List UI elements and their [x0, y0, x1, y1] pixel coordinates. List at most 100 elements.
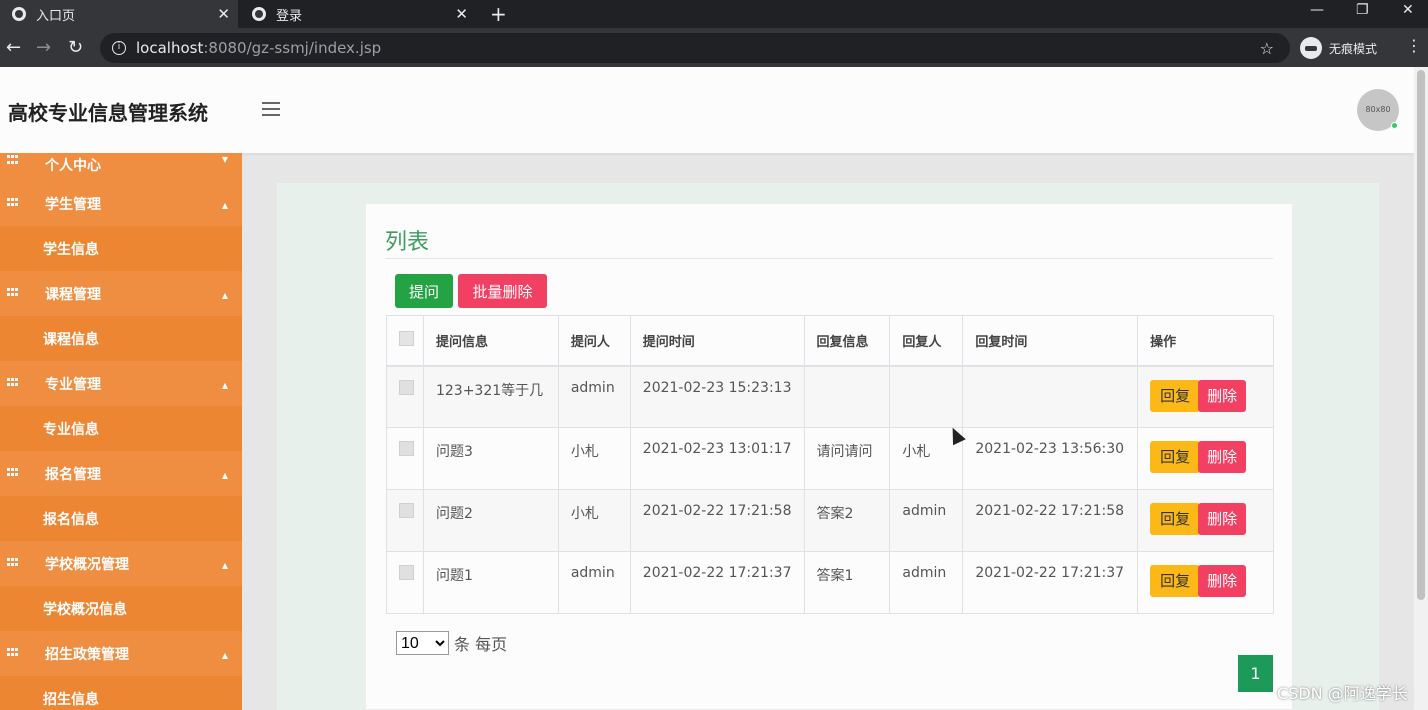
- sidebar-subitem-admission-info[interactable]: 招生信息: [0, 676, 242, 710]
- sidebar-item-school-overview-mgmt[interactable]: 学校概况管理 ▲: [0, 541, 242, 586]
- caret-up-icon: ▲: [221, 290, 228, 300]
- sidebar-item-label: 专业管理: [45, 376, 101, 393]
- window-close-icon[interactable]: ✕: [1402, 2, 1414, 18]
- forward-icon[interactable]: →: [36, 37, 51, 58]
- reply-button[interactable]: 回复: [1150, 441, 1201, 473]
- caret-down-icon: ▼: [221, 155, 228, 164]
- url-host: localhost: [136, 39, 204, 57]
- batch-delete-button[interactable]: 批量删除: [458, 274, 547, 308]
- sidebar-item-enroll-mgmt[interactable]: 报名管理 ▲: [0, 451, 242, 496]
- sidebar-item-label: 学校概况管理: [45, 556, 129, 573]
- ask-time-cell: 2021-02-22 17:21:37: [629, 551, 805, 614]
- reply-cell: 答案1: [803, 551, 891, 614]
- sidebar-subitem-course-info[interactable]: 课程信息: [0, 316, 242, 361]
- reply-button[interactable]: 回复: [1150, 503, 1201, 535]
- sidebar-item-label: 学生管理: [45, 196, 101, 213]
- column-header[interactable]: 回复人: [889, 315, 964, 367]
- sidebar-subitem-student-info[interactable]: 学生信息: [0, 226, 242, 271]
- row-checkbox[interactable]: [399, 503, 414, 518]
- sidebar-item-major-mgmt[interactable]: 专业管理 ▲: [0, 361, 242, 406]
- online-status-dot: [1391, 122, 1398, 129]
- grid-icon: [7, 197, 19, 208]
- info-icon[interactable]: i: [112, 41, 126, 55]
- question-cell: 123+321等于几: [422, 365, 559, 428]
- sidebar-subitem-school-overview-info[interactable]: 学校概况信息: [0, 586, 242, 631]
- asker-cell: admin: [557, 365, 631, 428]
- question-cell: 问题3: [422, 427, 559, 490]
- sidebar-item-student-mgmt[interactable]: 学生管理 ▲: [0, 181, 242, 226]
- app-header: 高校专业信息管理系统 80x80: [0, 67, 1414, 153]
- replier-cell: admin: [889, 489, 964, 552]
- url-path: :8080/gz-ssmj/index.jsp: [203, 39, 382, 57]
- page-size-select[interactable]: 10: [396, 631, 449, 655]
- column-header[interactable]: 提问信息: [422, 315, 559, 367]
- sidebar: 个人中心 ▼ 学生管理 ▲ 学生信息 课程管理 ▲ 课程信息 专业管理 ▲ 专业…: [0, 153, 242, 710]
- column-header[interactable]: 提问时间: [629, 315, 805, 367]
- question-cell: 问题1: [422, 551, 559, 614]
- scrollbar-thumb[interactable]: [1417, 70, 1425, 600]
- caret-up-icon: ▲: [221, 200, 228, 210]
- pagination-page-button[interactable]: 1: [1238, 655, 1273, 692]
- bookmark-star-icon[interactable]: ☆: [1260, 39, 1274, 58]
- menu-kebab-icon[interactable]: ⋮: [1406, 36, 1422, 55]
- grid-icon: [7, 647, 19, 658]
- hamburger-menu-icon[interactable]: [262, 102, 280, 116]
- delete-button[interactable]: 删除: [1198, 379, 1247, 412]
- reply-time-cell: [962, 365, 1139, 428]
- grid-icon: [7, 155, 19, 165]
- reply-time-cell: 2021-02-22 17:21:58: [962, 489, 1139, 552]
- delete-button[interactable]: 删除: [1198, 441, 1247, 473]
- sidebar-item-personal-center[interactable]: 个人中心 ▼: [0, 153, 242, 181]
- sidebar-item-admission-policy-mgmt[interactable]: 招生政策管理 ▲: [0, 631, 242, 676]
- back-icon[interactable]: ←: [6, 37, 21, 58]
- divider: [385, 258, 1273, 259]
- browser-tab-home[interactable]: 入口页 ✕: [0, 0, 238, 28]
- reply-button[interactable]: 回复: [1150, 565, 1201, 597]
- new-tab-icon[interactable]: +: [490, 2, 507, 26]
- column-header[interactable]: 回复信息: [803, 315, 891, 367]
- globe-icon: [252, 7, 266, 21]
- column-header[interactable]: 回复时间: [962, 315, 1139, 367]
- actions-cell: 回复 删除: [1137, 489, 1274, 552]
- minimize-icon[interactable]: —: [1310, 2, 1324, 18]
- ask-time-cell: 2021-02-23 15:23:13: [629, 365, 805, 428]
- globe-icon: [12, 7, 26, 21]
- page-scrollbar[interactable]: [1414, 67, 1428, 710]
- sidebar-subitem-enroll-info[interactable]: 报名信息: [0, 496, 242, 541]
- incognito-indicator[interactable]: 无痕模式: [1300, 36, 1377, 60]
- watermark: CSDN @阿逸学长: [1277, 684, 1408, 703]
- caret-up-icon: ▲: [221, 650, 228, 660]
- row-checkbox[interactable]: [399, 565, 414, 580]
- browser-tab-login[interactable]: 登录 ✕: [240, 0, 476, 28]
- reply-cell: [803, 365, 891, 428]
- ask-time-cell: 2021-02-22 17:21:58: [629, 489, 805, 552]
- select-all-checkbox[interactable]: [399, 330, 414, 346]
- grid-icon: [7, 287, 19, 298]
- table-row: 问题1 admin 2021-02-22 17:21:37 答案1 admin …: [386, 551, 1274, 614]
- sidebar-subitem-major-info[interactable]: 专业信息: [0, 406, 242, 451]
- ask-question-button[interactable]: 提问: [395, 274, 453, 308]
- browser-tab-bar: 入口页 ✕ 登录 ✕ + — ❐ ✕: [0, 0, 1428, 28]
- reply-button[interactable]: 回复: [1150, 379, 1201, 412]
- replier-cell: admin: [889, 551, 964, 614]
- row-checkbox[interactable]: [399, 441, 414, 456]
- actions-cell: 回复 删除: [1137, 551, 1274, 614]
- restore-icon[interactable]: ❐: [1356, 2, 1369, 18]
- delete-button[interactable]: 删除: [1198, 503, 1247, 535]
- page-title: 列表: [385, 230, 430, 255]
- delete-button[interactable]: 删除: [1198, 565, 1247, 597]
- row-checkbox[interactable]: [399, 379, 414, 395]
- grid-icon: [7, 557, 19, 568]
- close-icon[interactable]: ✕: [455, 5, 468, 23]
- asker-cell: 小札: [557, 489, 631, 552]
- grid-icon: [7, 467, 19, 478]
- table-row: 问题3 小札 2021-02-23 13:01:17 请问请问 小札 2021-…: [386, 427, 1274, 490]
- close-icon[interactable]: ✕: [217, 5, 230, 23]
- column-header[interactable]: 提问人: [557, 315, 631, 367]
- sidebar-item-label: 报名管理: [45, 466, 101, 483]
- address-bar: ← → ↻ i localhost :8080/gz-ssmj/index.js…: [0, 28, 1428, 67]
- sidebar-item-course-mgmt[interactable]: 课程管理 ▲: [0, 271, 242, 316]
- url-input[interactable]: i localhost :8080/gz-ssmj/index.jsp ☆: [100, 33, 1290, 63]
- sidebar-item-label: 课程管理: [45, 286, 101, 303]
- reload-icon[interactable]: ↻: [68, 37, 83, 58]
